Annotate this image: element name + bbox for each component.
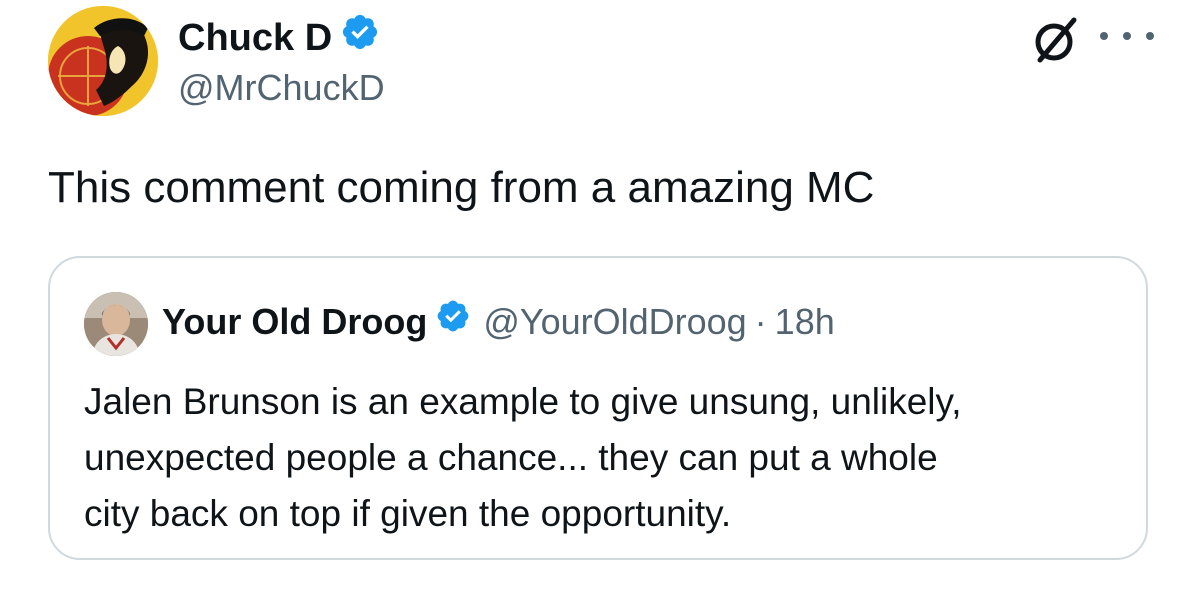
more-options-button[interactable] (1100, 20, 1154, 52)
your-old-droog-avatar-image (84, 292, 148, 356)
quoted-tweet-text-line: Jalen Brunson is an example to give unsu… (84, 381, 962, 422)
quoted-tweet-text: Jalen Brunson is an example to give unsu… (84, 374, 1124, 542)
quoted-tweet-text-line: unexpected people a chance... they can p… (84, 437, 938, 478)
quoted-author-avatar[interactable] (84, 292, 148, 356)
more-options-icon-dot (1146, 32, 1154, 40)
quoted-tweet-text-line: city back on top if given the opportunit… (84, 493, 732, 534)
grok-button[interactable] (1030, 14, 1082, 66)
quoted-author-display-name[interactable]: Your Old Droog (162, 299, 427, 345)
verified-badge-icon (435, 298, 471, 345)
more-options-icon (1100, 32, 1108, 40)
tweet-text: This comment coming from a amazing MC (48, 163, 875, 212)
author-handle[interactable]: @MrChuckD (178, 66, 385, 110)
author-display-name-row[interactable]: Chuck D (178, 12, 380, 63)
grok-icon (1035, 17, 1077, 63)
author-avatar[interactable] (48, 6, 158, 116)
chuck-d-avatar-image (48, 6, 158, 116)
author-display-name[interactable]: Chuck D (178, 15, 332, 61)
verified-badge-icon (340, 12, 380, 63)
quoted-tweet-timestamp[interactable]: 18h (775, 299, 835, 345)
quoted-tweet-header: Your Old Droog @YourOldDroog · 18h (162, 298, 835, 345)
more-options-icon-dot (1123, 32, 1131, 40)
quoted-tweet-card[interactable]: Your Old Droog @YourOldDroog · 18h Jalen… (48, 256, 1148, 560)
quoted-author-handle[interactable]: @YourOldDroog (483, 299, 746, 345)
separator-dot: · (754, 300, 767, 342)
